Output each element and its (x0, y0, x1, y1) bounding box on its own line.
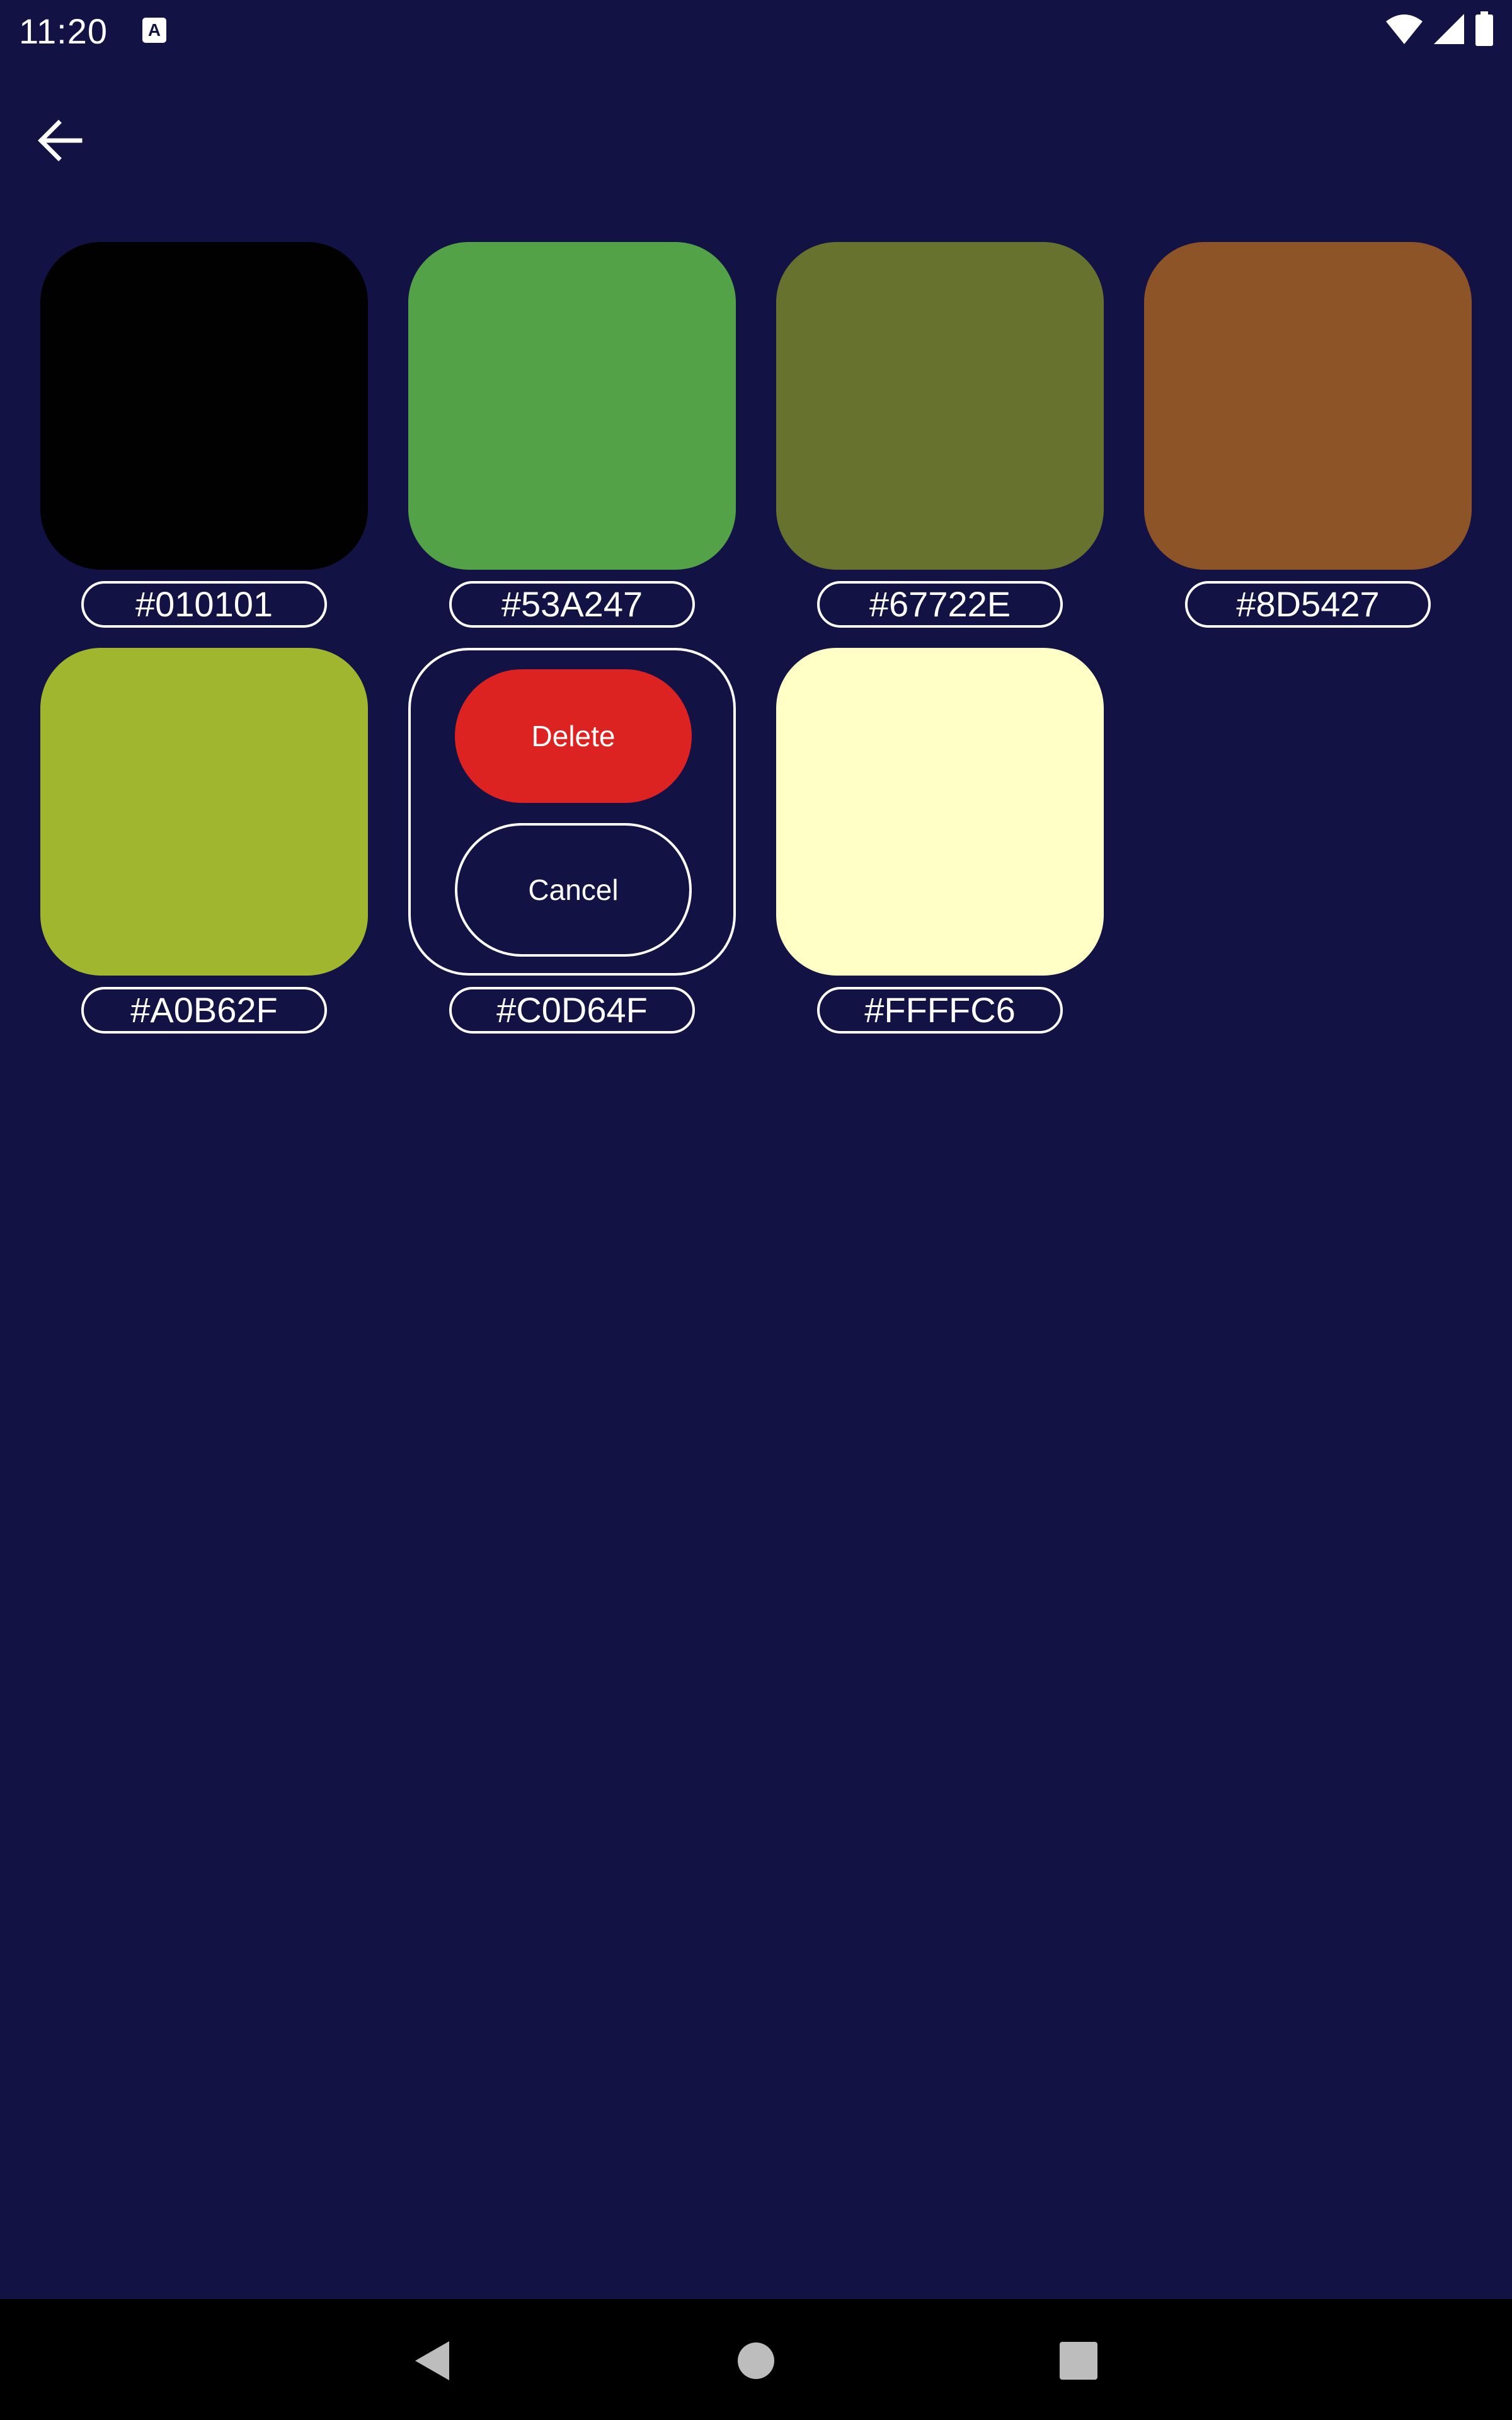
nav-recents-icon (1058, 2341, 1099, 2384)
nav-home-icon (736, 2341, 776, 2384)
hex-label[interactable]: #FFFFC6 (817, 987, 1063, 1034)
wifi-icon (1385, 13, 1424, 49)
swatch-cell: #FFFFC6 (776, 648, 1104, 1034)
color-swatch[interactable] (408, 242, 736, 570)
swatch-cell: #A0B62F (40, 648, 368, 1034)
navigation-bar (0, 2299, 1512, 2420)
delete-button[interactable]: Delete (455, 669, 692, 803)
back-button[interactable] (25, 107, 94, 176)
swatch-cell: #8D5427 (1144, 242, 1472, 628)
swatch-cell: #53A247 (408, 242, 736, 628)
screen: 11:20 A #010101 #53A247 #67722E #8D5427 … (0, 0, 1512, 2420)
color-swatch[interactable] (40, 242, 368, 570)
status-time: 11:20 (19, 11, 108, 51)
hex-label[interactable]: #67722E (817, 581, 1063, 628)
status-icons (1385, 11, 1494, 50)
battery-icon (1474, 11, 1494, 50)
a-icon: A (142, 18, 166, 43)
nav-recents-button[interactable] (1047, 2331, 1110, 2394)
nav-back-button[interactable] (401, 2331, 464, 2394)
color-swatch[interactable] (40, 648, 368, 976)
signal-icon (1433, 13, 1465, 49)
nav-back-icon (410, 2339, 454, 2386)
color-swatch[interactable] (776, 648, 1104, 976)
nav-home-button[interactable] (724, 2331, 788, 2394)
color-swatch[interactable] (776, 242, 1104, 570)
hex-label[interactable]: #53A247 (449, 581, 695, 628)
delete-confirm-tile: Delete Cancel (408, 648, 736, 976)
color-swatch[interactable] (1144, 242, 1472, 570)
hex-label[interactable]: #A0B62F (81, 987, 327, 1034)
hex-label[interactable]: #C0D64F (449, 987, 695, 1034)
swatch-cell: #67722E (776, 242, 1104, 628)
cancel-button[interactable]: Cancel (455, 823, 692, 957)
arrow-left-icon (36, 117, 84, 168)
status-bar: 11:20 A (0, 0, 1512, 63)
swatch-cell-selected: Delete Cancel #C0D64F (408, 648, 736, 1034)
swatch-cell: #010101 (40, 242, 368, 628)
hex-label[interactable]: #8D5427 (1185, 581, 1431, 628)
hex-label[interactable]: #010101 (81, 581, 327, 628)
